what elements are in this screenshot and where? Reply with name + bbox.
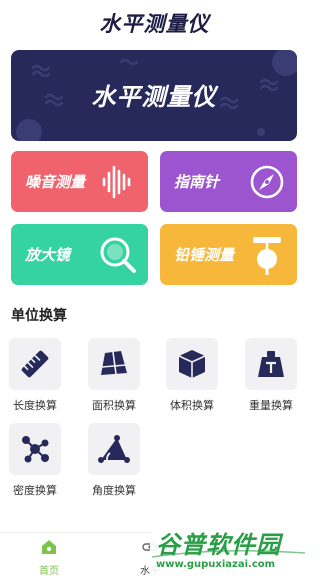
watermark-url: www.gupuxiazai.com xyxy=(156,559,276,570)
sound-wave-icon xyxy=(102,165,131,199)
weight-icon xyxy=(258,351,284,377)
unit-section-title: 单位换算 xyxy=(11,308,67,324)
density-conversion-tile xyxy=(9,423,61,475)
tab-home[interactable]: 首页 xyxy=(9,539,89,577)
plumb-measure-card[interactable]: 铅锤测量 xyxy=(160,224,297,285)
banner-title: 水平测量仪 xyxy=(91,83,217,111)
volume-conversion-tile xyxy=(166,338,218,390)
volume-conversion-item[interactable]: 体积换算 xyxy=(162,338,222,413)
area-conversion-tile xyxy=(88,338,140,390)
app-title: 水平测量仪 xyxy=(99,12,210,36)
area-conversion-item[interactable]: 面积换算 xyxy=(84,338,144,413)
density-conversion-item[interactable]: 密度换算 xyxy=(5,423,65,498)
plumb-measure-label: 铅锤测量 xyxy=(174,246,235,264)
area-conversion-label: 面积换算 xyxy=(92,399,136,412)
length-conversion-label: 长度换算 xyxy=(13,399,57,412)
compass-card[interactable]: 指南针 xyxy=(160,151,297,212)
watermark-brand: 谷普软件园 xyxy=(156,531,281,559)
banner: 水平测量仪 xyxy=(11,50,297,141)
magnifier-label: 放大镜 xyxy=(25,246,71,264)
watermark: 谷普软件园 www.gupuxiazai.com xyxy=(150,523,309,579)
molecule-icon xyxy=(22,436,49,463)
density-conversion-label: 密度换算 xyxy=(13,484,57,497)
home-icon xyxy=(42,540,56,554)
tab-home-label: 首页 xyxy=(39,566,59,577)
weight-conversion-label: 重量换算 xyxy=(249,399,293,412)
length-conversion-tile xyxy=(9,338,61,390)
plumb-bob-icon xyxy=(253,237,281,275)
weight-conversion-item[interactable]: 重量换算 xyxy=(241,338,301,413)
magnifier-icon xyxy=(100,237,136,273)
compass-label: 指南针 xyxy=(174,173,220,191)
angle-icon xyxy=(98,435,130,463)
cube-icon xyxy=(178,350,206,378)
area-icon xyxy=(101,351,127,375)
length-conversion-item[interactable]: 长度换算 xyxy=(5,338,65,413)
angle-conversion-label: 角度换算 xyxy=(92,484,136,497)
ruler-icon xyxy=(21,350,49,378)
volume-conversion-label: 体积换算 xyxy=(170,399,214,412)
angle-conversion-tile xyxy=(88,423,140,475)
weight-conversion-tile xyxy=(245,338,297,390)
noise-measure-label: 噪音测量 xyxy=(25,173,86,191)
angle-conversion-item[interactable]: 角度换算 xyxy=(84,423,144,498)
noise-measure-card[interactable]: 噪音测量 xyxy=(11,151,148,212)
magnifier-card[interactable]: 放大镜 xyxy=(11,224,148,285)
compass-icon xyxy=(250,165,284,199)
